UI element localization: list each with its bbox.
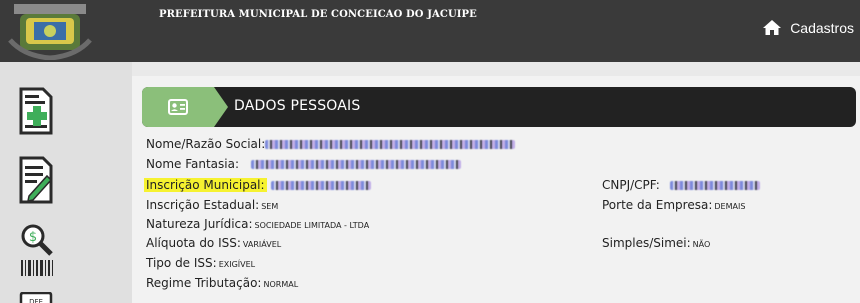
aliquota-label: Alíquota do ISS: <box>146 236 241 250</box>
tipo-iss-value: EXIGÍVEL <box>218 260 256 269</box>
add-document-icon[interactable] <box>19 87 55 135</box>
simples-label: Simples/Simei: <box>602 236 691 250</box>
dfe-document-icon[interactable]: DFE <box>19 292 55 303</box>
inscricao-estadual-value: SEM <box>261 202 279 211</box>
sidebar: $ DFE <box>0 62 132 303</box>
id-card-icon <box>168 99 188 115</box>
nome-fantasia-row: Nome Fantasia: <box>146 157 462 171</box>
razao-social-row: Nome/Razão Social: <box>146 137 516 151</box>
nome-fantasia-label: Nome Fantasia: <box>146 157 240 171</box>
aliquota-row: Alíquota do ISS: VARIÁVEL <box>146 236 281 250</box>
section-badge <box>142 87 228 127</box>
section-title: DADOS PESSOAIS <box>234 98 361 114</box>
main-panel: DADOS PESSOAIS Nome/Razão Social: Nome F… <box>132 76 860 303</box>
redacted-value <box>669 181 760 190</box>
home-icon <box>762 19 782 36</box>
svg-text:DFE: DFE <box>29 298 43 303</box>
search-money-barcode-icon[interactable]: $ <box>19 222 55 278</box>
cnpj-label: CNPJ/CPF: <box>602 178 660 192</box>
municipality-title: PREFEITURA MUNICIPAL DE CONCEICAO DO JAC… <box>159 9 477 20</box>
redacted-value <box>270 181 371 190</box>
svg-text:$: $ <box>29 230 37 245</box>
cadastros-nav[interactable]: Cadastros <box>762 19 854 36</box>
porte-label: Porte da Empresa: <box>602 198 713 212</box>
inscricao-municipal-row: Inscrição Municipal: <box>144 178 371 192</box>
inscricao-estadual-label: Inscrição Estadual: <box>146 198 260 212</box>
aliquota-value: VARIÁVEL <box>242 240 282 249</box>
regime-row: Regime Tributação: NORMAL <box>146 276 298 290</box>
razao-social-label: Nome/Razão Social: <box>146 137 266 151</box>
crest-icon <box>8 4 92 60</box>
natureza-juridica-label: Natureza Jurídica: <box>146 217 253 231</box>
porte-value: DEMAIS <box>714 202 746 211</box>
cnpj-row: CNPJ/CPF: <box>602 178 760 192</box>
top-header: PREFEITURA MUNICIPAL DE CONCEICAO DO JAC… <box>0 0 860 62</box>
redacted-value <box>251 160 462 169</box>
edit-document-icon[interactable] <box>19 156 55 204</box>
inscricao-municipal-label: Inscrição Municipal: <box>144 178 267 192</box>
regime-label: Regime Tributação: <box>146 276 262 290</box>
cadastros-label[interactable]: Cadastros <box>790 20 854 36</box>
simples-row: Simples/Simei: NÃO <box>602 236 710 250</box>
natureza-juridica-row: Natureza Jurídica: SOCIEDADE LIMITADA - L… <box>146 217 369 231</box>
porte-row: Porte da Empresa: DEMAIS <box>602 198 745 212</box>
redacted-value <box>265 140 516 149</box>
section-header: DADOS PESSOAIS <box>142 87 856 127</box>
simples-value: NÃO <box>692 240 711 249</box>
tipo-iss-row: Tipo de ISS: EXIGÍVEL <box>146 256 255 270</box>
inscricao-estadual-row: Inscrição Estadual: SEM <box>146 198 278 212</box>
regime-value: NORMAL <box>263 280 299 289</box>
tipo-iss-label: Tipo de ISS: <box>146 256 217 270</box>
natureza-juridica-value: SOCIEDADE LIMITADA - LTDA <box>254 221 370 230</box>
